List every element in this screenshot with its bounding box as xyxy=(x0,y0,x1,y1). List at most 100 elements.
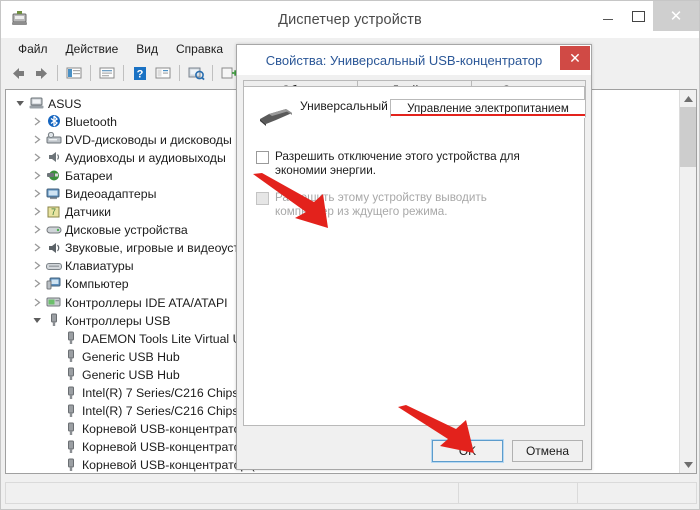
usb-device-icon xyxy=(62,366,79,382)
minimize-button[interactable] xyxy=(593,1,623,31)
chevron-right-icon[interactable] xyxy=(29,243,45,252)
scroll-up-arrow[interactable] xyxy=(680,90,696,107)
title-bar: Диспетчер устройств ✕ xyxy=(1,1,699,38)
allow-wake-computer-label: Разрешить этому устройству выводить комп… xyxy=(275,191,487,218)
window-controls: ✕ xyxy=(593,1,699,31)
audio-icon xyxy=(45,149,62,165)
menu-item-help[interactable]: Справка xyxy=(167,40,232,59)
chevron-right-icon[interactable] xyxy=(29,153,45,162)
status-cell-middle xyxy=(459,483,578,503)
ide-icon xyxy=(45,294,62,310)
scroll-down-arrow[interactable] xyxy=(680,456,696,473)
enable-power-saving-row[interactable]: Разрешить отключение этого устройства дл… xyxy=(256,150,572,178)
tree-item-label: Bluetooth xyxy=(65,114,117,129)
toolbar-separator xyxy=(90,65,91,81)
scan-hardware-button[interactable] xyxy=(185,62,207,84)
tree-item-label: Аудиовходы и аудиовыходы xyxy=(65,150,226,165)
chevron-down-icon[interactable] xyxy=(12,99,28,107)
allow-wake-computer-row: Разрешить этому устройству выводить комп… xyxy=(256,191,572,219)
sound-icon xyxy=(45,240,62,256)
device-manager-icon xyxy=(11,10,29,28)
chevron-right-icon[interactable] xyxy=(29,225,45,234)
tree-item-label: Контроллеры USB xyxy=(65,313,171,328)
enable-power-saving-checkbox[interactable] xyxy=(256,151,269,164)
tree-item-label: Компьютер xyxy=(65,277,129,292)
menu-item-file[interactable]: Файл xyxy=(9,40,57,59)
tree-item-label: ASUS xyxy=(48,96,82,111)
tree-item-label: Датчики xyxy=(65,205,112,220)
tree-item-label: Корневой USB-концентратор xyxy=(82,440,248,455)
chevron-down-icon[interactable] xyxy=(29,316,45,324)
tree-item-label: Корневой USB-концентратор xyxy=(82,422,248,437)
svg-text:?: ? xyxy=(137,68,144,80)
svg-text:7: 7 xyxy=(50,207,55,217)
enable-power-saving-label: Разрешить отключение этого устройства дл… xyxy=(275,150,520,177)
dialog-button-bar: OK Отмена xyxy=(431,439,583,463)
properties-dialog: Свойства: Универсальный USB-концентратор… xyxy=(236,44,592,470)
toolbar-separator xyxy=(179,65,180,81)
display-icon xyxy=(45,186,62,202)
chevron-right-icon[interactable] xyxy=(29,279,45,288)
tree-item-label: Generic USB Hub xyxy=(82,367,180,382)
usb-icon xyxy=(45,312,62,328)
help-button[interactable]: ? xyxy=(129,62,151,84)
tree-item-label: Контроллеры IDE ATA/ATAPI xyxy=(65,295,228,310)
menu-item-action[interactable]: Действие xyxy=(57,40,128,59)
chevron-right-icon[interactable] xyxy=(29,261,45,270)
properties-button[interactable] xyxy=(63,62,85,84)
dialog-title-bar: Свойства: Универсальный USB-концентратор… xyxy=(237,45,591,75)
tree-item-label: Видеоадаптеры xyxy=(65,187,157,202)
chevron-right-icon[interactable] xyxy=(29,135,45,144)
chevron-right-icon[interactable] xyxy=(29,189,45,198)
chevron-right-icon[interactable] xyxy=(29,298,45,307)
usb-device-icon xyxy=(62,330,79,346)
tree-item-label: Батареи xyxy=(65,168,113,183)
tree-item-label: Дисковые устройства xyxy=(65,223,188,238)
usb-device-icon xyxy=(62,403,79,419)
menu-item-view[interactable]: Вид xyxy=(127,40,167,59)
keyboard-icon xyxy=(45,258,62,274)
dialog-close-button[interactable]: ✕ xyxy=(560,46,590,70)
forward-button[interactable] xyxy=(30,62,52,84)
dvd-icon xyxy=(45,131,62,147)
sensor-icon: 7 xyxy=(45,204,62,220)
cancel-button[interactable]: Отмена xyxy=(512,440,583,462)
close-button[interactable]: ✕ xyxy=(653,1,699,31)
usb-device-icon xyxy=(62,457,79,473)
tree-item-label: Звуковые, игровые и видеоустрой xyxy=(65,241,260,256)
dialog-body: Универсальный USB-концентратор Разрешить… xyxy=(243,86,585,426)
tree-item-label: Generic USB Hub xyxy=(82,349,180,364)
usb-connector-icon xyxy=(256,105,300,139)
pc-icon xyxy=(45,276,62,292)
toolbar-separator xyxy=(123,65,124,81)
chevron-right-icon[interactable] xyxy=(29,207,45,216)
computer-icon xyxy=(28,95,45,111)
usb-device-icon xyxy=(62,385,79,401)
show-hidden-button[interactable] xyxy=(152,62,174,84)
tree-item-label: DVD-дисководы и дисководы комп xyxy=(65,132,263,147)
chevron-right-icon[interactable] xyxy=(29,117,45,126)
status-bar xyxy=(5,482,697,504)
usb-device-icon xyxy=(62,439,79,455)
chevron-right-icon[interactable] xyxy=(29,171,45,180)
bluetooth-icon xyxy=(45,113,62,129)
scroll-thumb[interactable] xyxy=(680,107,696,167)
ok-button[interactable]: OK xyxy=(431,439,504,463)
tab-selected-underline xyxy=(391,114,585,116)
toolbar-separator xyxy=(212,65,213,81)
tree-item-label: Клавиатуры xyxy=(65,259,134,274)
tree-item-label: Корневой USB-концентратор (х xyxy=(82,458,261,473)
status-cell-main xyxy=(6,483,459,503)
dialog-title: Свойства: Универсальный USB-концентратор xyxy=(265,52,543,68)
usb-device-icon xyxy=(62,421,79,437)
back-button[interactable] xyxy=(7,62,29,84)
battery-icon xyxy=(45,167,62,183)
tab-power-management[interactable]: Управление электропитанием xyxy=(390,99,586,118)
status-cell-right xyxy=(578,483,696,503)
maximize-button[interactable] xyxy=(623,1,653,31)
tree-vertical-scrollbar[interactable] xyxy=(679,90,696,473)
usb-device-icon xyxy=(62,348,79,364)
toolbar-separator xyxy=(57,65,58,81)
details-button[interactable] xyxy=(96,62,118,84)
allow-wake-computer-checkbox xyxy=(256,192,269,205)
